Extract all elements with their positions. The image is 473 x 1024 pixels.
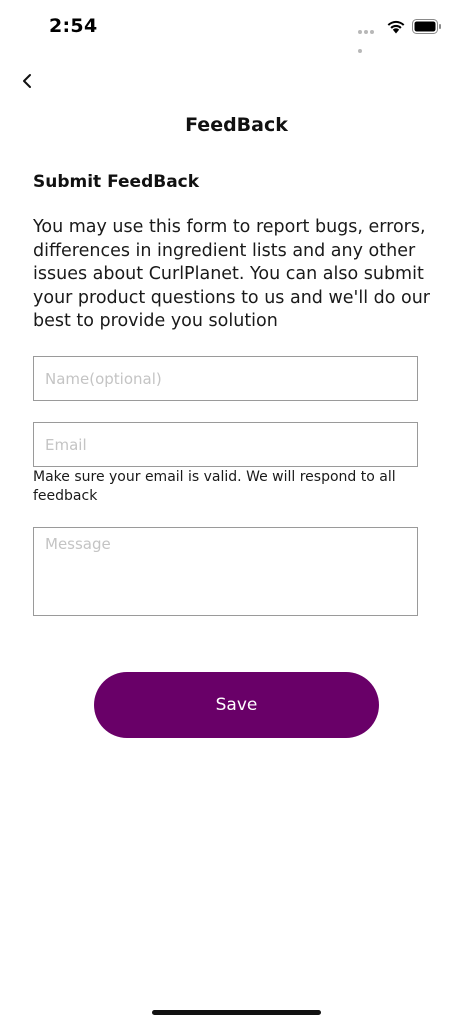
wifi-icon (387, 20, 405, 34)
name-field[interactable] (33, 356, 418, 401)
form-description: You may use this form to report bugs, er… (33, 217, 431, 331)
battery-icon (412, 19, 441, 34)
email-hint: Make sure your email is valid. We will r… (33, 469, 396, 504)
message-field[interactable] (33, 527, 418, 616)
back-button[interactable] (12, 66, 42, 96)
cellular-signal-icon (358, 30, 380, 53)
email-field[interactable] (33, 422, 418, 467)
save-button[interactable]: Save (94, 672, 379, 738)
section-title: Submit FeedBack (33, 172, 200, 192)
page-title: FeedBack (185, 114, 288, 136)
home-indicator (152, 1010, 321, 1015)
chevron-left-icon (23, 74, 31, 88)
status-bar: 2:54 (0, 0, 473, 54)
status-time: 2:54 (49, 15, 98, 37)
